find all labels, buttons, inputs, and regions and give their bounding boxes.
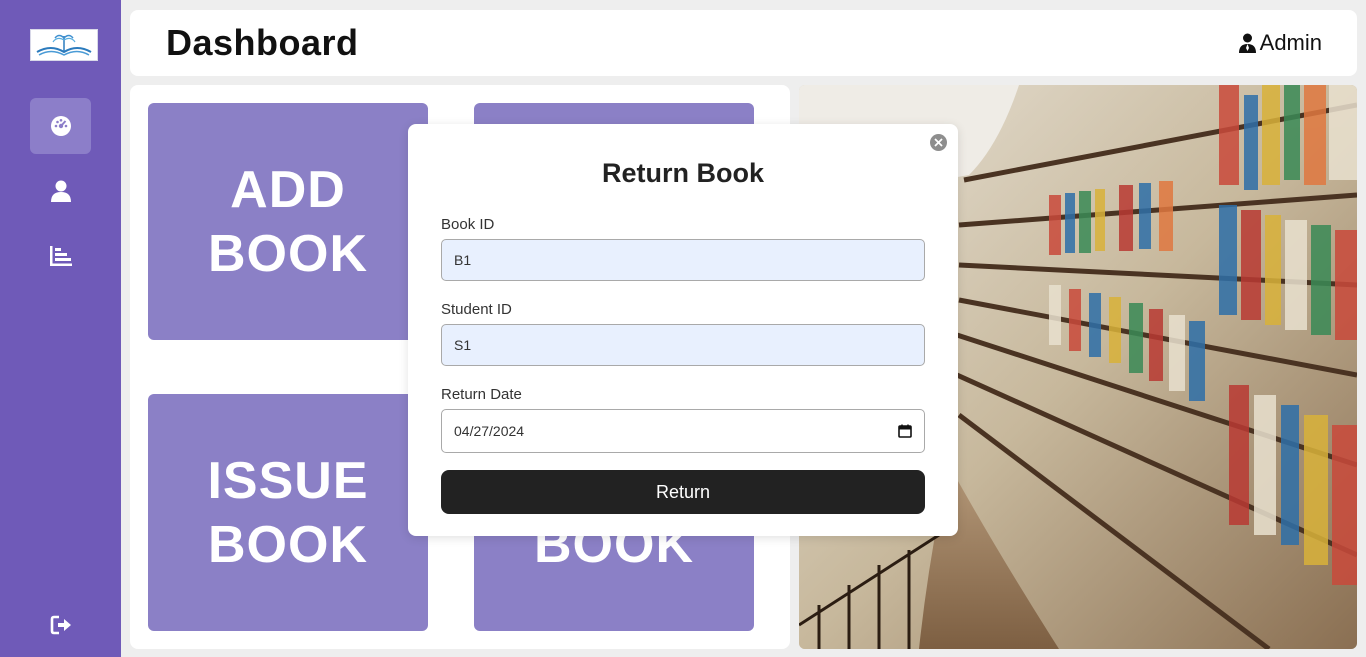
gauge-icon — [50, 116, 71, 136]
book-id-input[interactable]: B1 — [441, 239, 925, 281]
sidebar-item-users[interactable] — [30, 163, 91, 219]
issue-book-tile[interactable]: ISSUE BOOK — [148, 394, 428, 631]
admin-menu[interactable]: Admin — [1238, 30, 1322, 56]
page-title: Dashboard — [166, 22, 359, 63]
book-id-label: Book ID — [441, 216, 495, 233]
tile-label: BOOK — [208, 224, 368, 283]
close-icon — [934, 138, 943, 147]
return-button[interactable]: Return — [441, 470, 925, 514]
student-id-label: Student ID — [441, 301, 512, 318]
student-id-input[interactable]: S1 — [441, 324, 925, 366]
logout-button[interactable] — [30, 597, 91, 653]
book-id-value: B1 — [454, 252, 472, 268]
sidebar-item-reports[interactable] — [30, 228, 91, 284]
app-logo[interactable] — [30, 29, 98, 61]
student-id-value: S1 — [454, 337, 472, 353]
return-date-value: 04/27/2024 — [454, 423, 525, 439]
book-logo-icon — [36, 34, 92, 56]
header: Dashboard Admin — [130, 10, 1357, 76]
tile-label: ISSUE — [207, 451, 369, 510]
admin-user-icon — [1238, 33, 1256, 53]
add-book-tile[interactable]: ADD BOOK — [148, 103, 428, 340]
return-book-modal: Return Book Book ID B1 Student ID S1 Ret… — [408, 124, 958, 536]
return-date-label: Return Date — [441, 386, 522, 403]
sidebar — [0, 0, 121, 657]
tile-label: ADD — [230, 160, 346, 219]
close-button[interactable] — [930, 134, 947, 151]
logout-icon — [50, 615, 71, 635]
modal-title: Return Book — [602, 158, 764, 188]
tile-label: BOOK — [208, 515, 368, 574]
admin-label: Admin — [1259, 30, 1322, 55]
sidebar-item-dashboard[interactable] — [30, 98, 91, 154]
bar-chart-icon — [49, 246, 72, 266]
calendar-icon[interactable] — [898, 424, 912, 438]
return-date-input[interactable]: 04/27/2024 — [441, 409, 925, 453]
user-icon — [50, 180, 71, 202]
